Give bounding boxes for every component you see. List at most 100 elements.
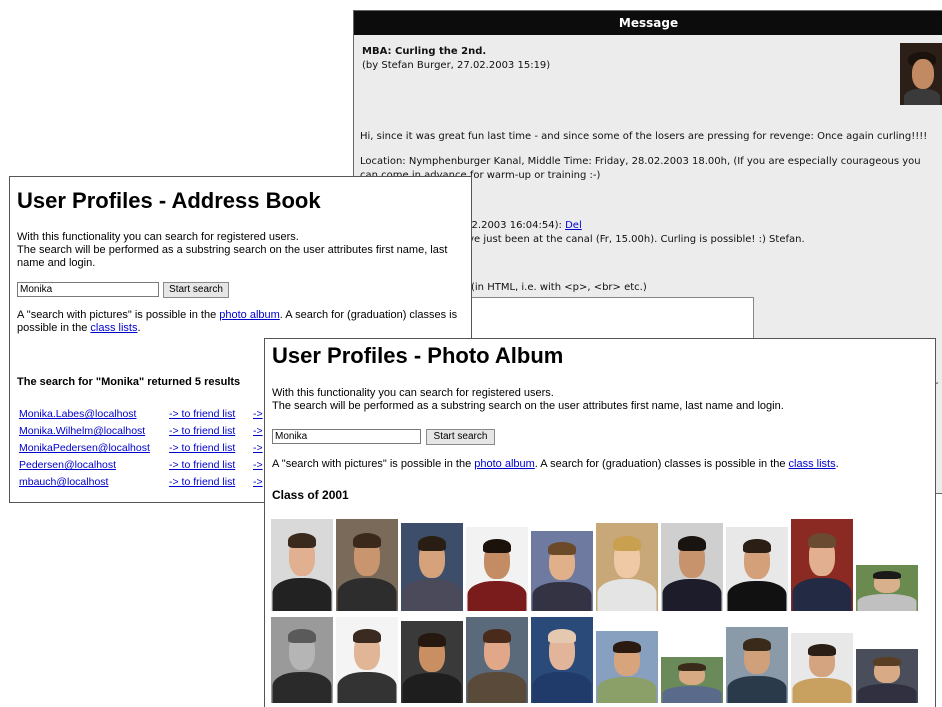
photo-hair bbox=[873, 657, 901, 666]
photo-row-1 bbox=[271, 517, 918, 611]
add-friend-link[interactable]: -> to friend list bbox=[169, 442, 235, 455]
result-email-link[interactable]: Monika.Wilhelm@localhost bbox=[19, 425, 145, 438]
more-link[interactable]: -> bbox=[253, 459, 263, 472]
description: With this functionality you can search f… bbox=[272, 387, 932, 413]
profile-photo[interactable] bbox=[401, 523, 463, 611]
photo-shoulders bbox=[727, 676, 787, 703]
more-link[interactable]: -> bbox=[253, 442, 263, 455]
description-line-2: The search will be performed as a substr… bbox=[272, 400, 784, 412]
photo-shoulders bbox=[402, 673, 462, 703]
result-email-link[interactable]: mbauch@localhost bbox=[19, 476, 108, 489]
profile-photo[interactable] bbox=[791, 633, 853, 703]
photo-row-2 bbox=[271, 613, 918, 703]
photo-shoulders bbox=[337, 672, 397, 703]
photo-hair bbox=[548, 542, 576, 555]
profile-photo[interactable] bbox=[336, 519, 398, 611]
start-search-button[interactable]: Start search bbox=[163, 282, 229, 298]
photo-shoulders bbox=[857, 594, 917, 611]
profile-photo[interactable] bbox=[726, 627, 788, 703]
photo-hair bbox=[873, 571, 901, 579]
add-friend-link[interactable]: -> to friend list bbox=[169, 425, 235, 438]
profile-photo[interactable] bbox=[856, 565, 918, 611]
photo-hair bbox=[678, 663, 706, 671]
photo-shoulders bbox=[857, 684, 917, 703]
page-title: User Profiles - Photo Album bbox=[272, 343, 564, 368]
photo-hair bbox=[743, 638, 771, 651]
photo-hair bbox=[353, 533, 381, 548]
photo-shoulders bbox=[792, 678, 852, 703]
profile-photo[interactable] bbox=[661, 523, 723, 611]
photo-shoulders bbox=[272, 578, 332, 611]
more-link[interactable]: -> bbox=[253, 408, 263, 421]
description-line-1: With this functionality you can search f… bbox=[272, 387, 554, 399]
photo-album-window: User Profiles - Photo Album With this fu… bbox=[264, 338, 936, 707]
profile-photo[interactable] bbox=[466, 617, 528, 703]
result-email-link[interactable]: Monika.Labes@localhost bbox=[19, 408, 136, 421]
photo-hair bbox=[418, 536, 446, 551]
description-line-2: The search will be performed as a substr… bbox=[17, 244, 448, 269]
profile-photo[interactable] bbox=[401, 621, 463, 703]
photo-shoulders bbox=[532, 672, 592, 703]
add-friend-link[interactable]: -> to friend list bbox=[169, 459, 235, 472]
photo-hair bbox=[288, 629, 316, 643]
start-search-button[interactable]: Start search bbox=[426, 429, 495, 445]
message-paragraph-1: Hi, since it was great fun last time - a… bbox=[360, 131, 928, 142]
class-lists-link[interactable]: class lists bbox=[789, 458, 836, 470]
photo-hair bbox=[288, 533, 316, 548]
profile-photo[interactable] bbox=[531, 531, 593, 611]
reply-text: ave just been at the canal (Fr, 15.00h).… bbox=[462, 234, 805, 245]
message-byline: (by Stefan Burger, 27.02.2003 15:19) bbox=[362, 60, 551, 71]
photo-hair bbox=[483, 629, 511, 643]
profile-photo[interactable] bbox=[466, 527, 528, 611]
author-avatar bbox=[900, 43, 942, 105]
message-title: MBA: Curling the 2nd. bbox=[362, 46, 487, 57]
search-hint: A "search with pictures" is possible in … bbox=[272, 458, 932, 471]
photo-hair bbox=[613, 641, 641, 653]
class-lists-link[interactable]: class lists bbox=[90, 322, 137, 334]
result-email-link[interactable]: Pedersen@localhost bbox=[19, 459, 116, 472]
photo-shoulders bbox=[272, 672, 332, 703]
add-friend-link[interactable]: -> to friend list bbox=[169, 408, 235, 421]
profile-photo[interactable] bbox=[271, 519, 333, 611]
profile-photo[interactable] bbox=[791, 519, 853, 611]
profile-photo[interactable] bbox=[271, 617, 333, 703]
photo-shoulders bbox=[467, 581, 527, 611]
photo-hair bbox=[808, 644, 836, 656]
results-title: The search for "Monika" returned 5 resul… bbox=[17, 376, 241, 388]
photo-hair bbox=[743, 539, 771, 553]
more-link[interactable]: -> bbox=[253, 425, 263, 438]
profile-photo[interactable] bbox=[596, 523, 658, 611]
profile-photo[interactable] bbox=[661, 657, 723, 703]
class-heading: Class of 2001 bbox=[272, 488, 349, 502]
more-link[interactable]: -> bbox=[253, 476, 263, 489]
photo-hair bbox=[418, 633, 446, 647]
profile-photo[interactable] bbox=[596, 631, 658, 703]
photo-hair bbox=[808, 533, 836, 548]
photo-album-link[interactable]: photo album bbox=[219, 309, 280, 321]
profile-photo[interactable] bbox=[726, 527, 788, 611]
photo-shoulders bbox=[662, 686, 722, 703]
search-input[interactable]: Monika bbox=[17, 282, 159, 297]
hint-suffix: . bbox=[137, 322, 141, 334]
photo-album-link[interactable]: photo album bbox=[474, 458, 535, 470]
photo-shoulders bbox=[597, 677, 657, 703]
reply-delete-link[interactable]: Del bbox=[565, 220, 582, 231]
photo-shoulders bbox=[467, 672, 527, 703]
profile-photo[interactable] bbox=[336, 617, 398, 703]
photo-shoulders bbox=[532, 582, 592, 611]
photo-hair bbox=[548, 629, 576, 643]
avatar-shoulders bbox=[904, 89, 940, 105]
photo-hair bbox=[678, 536, 706, 551]
photo-shoulders bbox=[402, 579, 462, 611]
search-input[interactable]: Monika bbox=[272, 429, 421, 444]
avatar-face bbox=[912, 59, 934, 89]
photo-shoulders bbox=[662, 579, 722, 611]
add-friend-link[interactable]: -> to friend list bbox=[169, 476, 235, 489]
result-email-link[interactable]: MonikaPedersen@localhost bbox=[19, 442, 150, 455]
photo-hair bbox=[353, 629, 381, 643]
hint-middle: . A search for (graduation) classes is p… bbox=[534, 458, 789, 470]
profile-photo[interactable] bbox=[856, 649, 918, 703]
reply-timestamp: .02.2003 16:04:54): bbox=[462, 220, 562, 231]
message-header: Message bbox=[354, 11, 942, 35]
profile-photo[interactable] bbox=[531, 617, 593, 703]
